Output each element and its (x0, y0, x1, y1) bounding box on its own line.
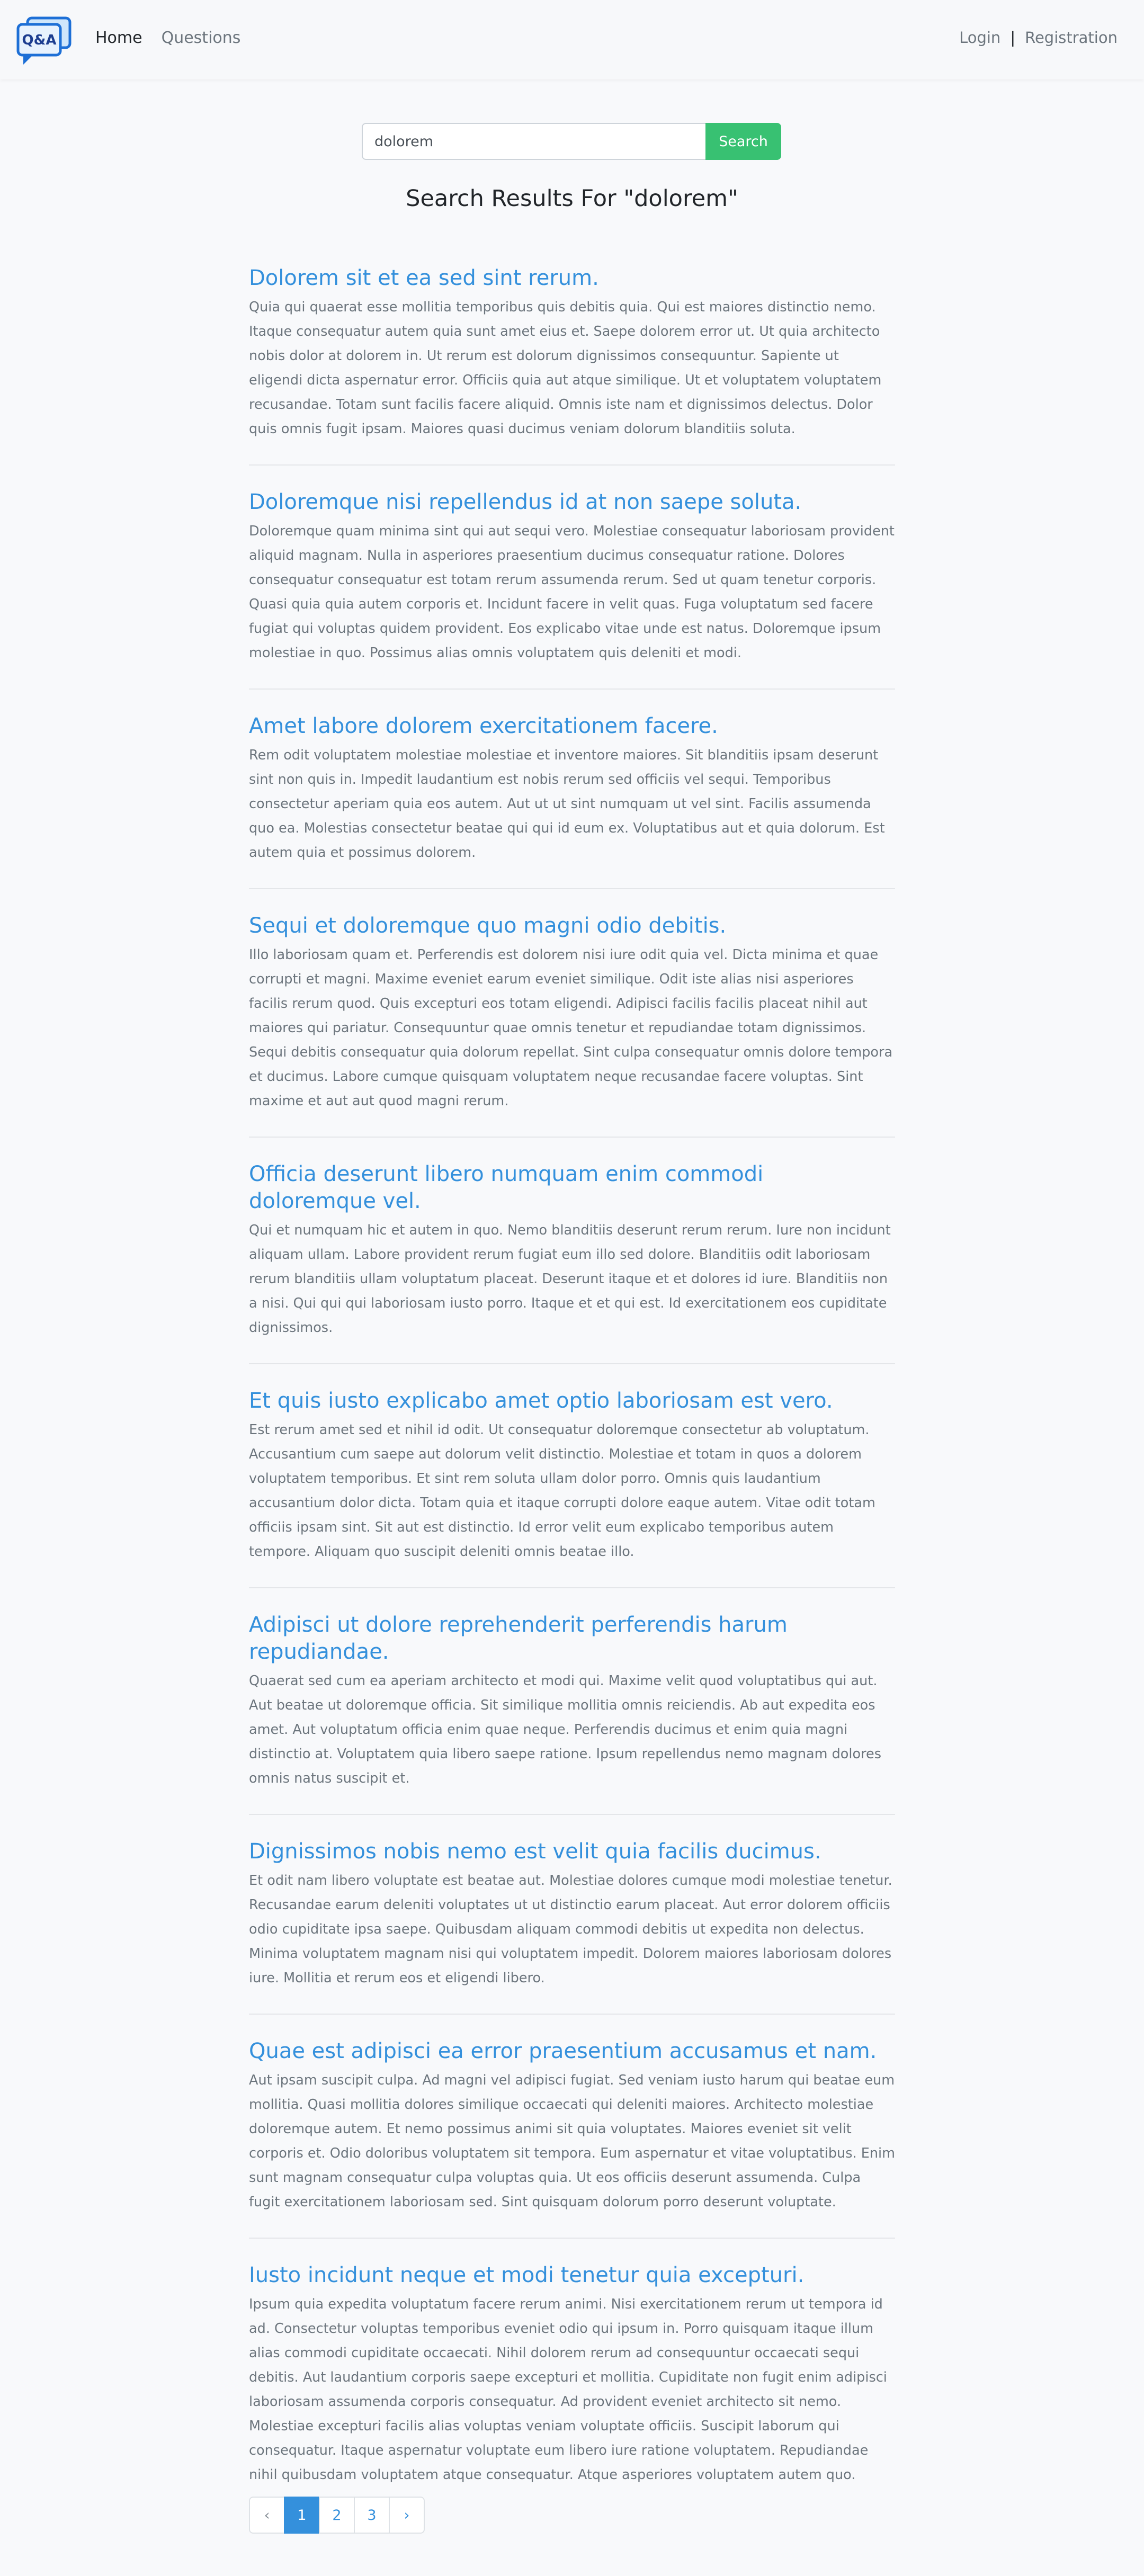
result-title[interactable]: Officia deserunt libero numquam enim com… (249, 1161, 895, 1215)
result-title[interactable]: Et quis iusto explicabo amet optio labor… (249, 1388, 895, 1415)
result-body: Et odit nam libero voluptate est beatae … (249, 1873, 892, 1986)
search-results: Dolorem sit et ea sed sint rerum. Quia q… (249, 265, 895, 2534)
pagination-prev: ‹ (249, 2497, 285, 2534)
result-body: Aut ipsam suscipit culpa. Ad magni vel a… (249, 2072, 895, 2210)
result-body: Quaerat sed cum ea aperiam architecto et… (249, 1673, 881, 1786)
pagination-next[interactable]: › (389, 2497, 425, 2534)
result-title[interactable]: Doloremque nisi repellendus id at non sa… (249, 489, 895, 516)
result-item: Quae est adipisci ea error praesentium a… (249, 2038, 895, 2239)
navbar: Q&A Home Questions Login | Registration (0, 0, 1144, 79)
search-input[interactable] (362, 123, 705, 160)
result-body: Quia qui quaerat esse mollitia temporibu… (249, 299, 882, 437)
result-body: Rem odit voluptatem molestiae molestiae … (249, 747, 885, 861)
search-form: Search (362, 123, 781, 160)
result-body: Est rerum amet sed et nihil id odit. Ut … (249, 1422, 875, 1560)
result-body: Qui et numquam hic et autem in quo. Nemo… (249, 1222, 891, 1336)
result-body: Illo laboriosam quam et. Perferendis est… (249, 947, 893, 1109)
pagination-page-3[interactable]: 3 (354, 2497, 390, 2534)
result-title[interactable]: Dignissimos nobis nemo est velit quia fa… (249, 1838, 895, 1865)
result-item: Adipisci ut dolore reprehenderit perfere… (249, 1612, 895, 1815)
auth-nav: Login | Registration (959, 29, 1118, 47)
pagination-page-1[interactable]: 1 (284, 2497, 320, 2534)
result-title[interactable]: Quae est adipisci ea error praesentium a… (249, 2038, 895, 2065)
search-button[interactable]: Search (705, 123, 781, 160)
qa-logo-icon[interactable]: Q&A (16, 16, 72, 67)
result-title[interactable]: Sequi et doloremque quo magni odio debit… (249, 913, 895, 940)
login-link[interactable]: Login (959, 29, 1000, 47)
result-title[interactable]: Adipisci ut dolore reprehenderit perfere… (249, 1612, 895, 1666)
logo-text: Q&A (22, 32, 57, 48)
nav-link-questions[interactable]: Questions (162, 29, 241, 47)
result-item: Dolorem sit et ea sed sint rerum. Quia q… (249, 265, 895, 466)
result-title[interactable]: Iusto incidunt neque et modi tenetur qui… (249, 2262, 895, 2289)
registration-link[interactable]: Registration (1025, 29, 1118, 47)
result-item: Doloremque nisi repellendus id at non sa… (249, 489, 895, 690)
result-item: Amet labore dolorem exercitationem facer… (249, 713, 895, 889)
result-item: Iusto incidunt neque et modi tenetur qui… (249, 2262, 895, 2510)
result-title[interactable]: Dolorem sit et ea sed sint rerum. (249, 265, 895, 292)
result-title[interactable]: Amet labore dolorem exercitationem facer… (249, 713, 895, 740)
result-item: Sequi et doloremque quo magni odio debit… (249, 913, 895, 1138)
result-body: Ipsum quia expedita voluptatum facere re… (249, 2296, 887, 2483)
pagination: ‹ 1 2 3 › (249, 2497, 425, 2534)
result-item: Dignissimos nobis nemo est velit quia fa… (249, 1838, 895, 2015)
result-item: Officia deserunt libero numquam enim com… (249, 1161, 895, 1364)
pagination-page-2[interactable]: 2 (319, 2497, 355, 2534)
nav-link-home[interactable]: Home (95, 29, 142, 47)
nav-separator: | (1010, 29, 1016, 47)
result-item: Et quis iusto explicabo amet optio labor… (249, 1388, 895, 1588)
result-body: Doloremque quam minima sint qui aut sequ… (249, 523, 895, 661)
results-heading: Search Results For "dolorem" (406, 185, 738, 212)
main-nav: Home Questions (95, 29, 240, 47)
